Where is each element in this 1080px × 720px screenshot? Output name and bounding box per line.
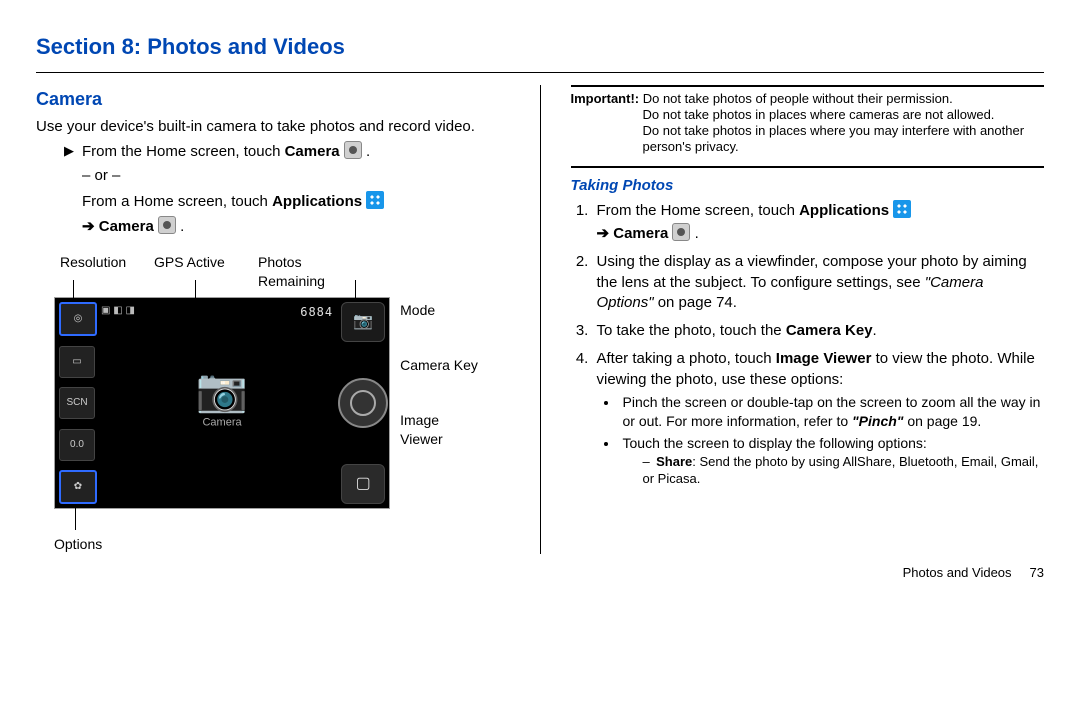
- flash-button[interactable]: ▭: [59, 346, 95, 378]
- resolution-button[interactable]: ◎: [59, 302, 97, 336]
- apps-icon: [366, 191, 384, 209]
- camera-icon: [672, 223, 690, 241]
- bold-applications: Applications: [272, 193, 362, 210]
- right-callouts: Mode Camera Key Image Viewer: [400, 301, 484, 449]
- image-viewer-button[interactable]: ▢: [341, 464, 385, 504]
- camera-glyph-icon: 📷: [196, 370, 248, 412]
- step-3: To take the photo, touch the Camera Key.: [593, 321, 1045, 341]
- bullet-touch-options: Touch the screen to display the followin…: [619, 434, 1045, 488]
- center-label: Camera: [196, 416, 248, 431]
- callout-line: [75, 508, 76, 530]
- label-options: Options: [54, 535, 484, 554]
- camera-diagram: Resolution GPS Active Photos Remaining ▣…: [54, 253, 484, 554]
- camera-intro: Use your device's built-in camera to tak…: [36, 117, 510, 137]
- view-options: Pinch the screen or double-tap on the sc…: [619, 393, 1045, 488]
- arrow-icon: ➔: [597, 225, 614, 242]
- dash-icon: –: [643, 453, 653, 471]
- callout-line: [355, 280, 356, 298]
- right-button-rail: 📷 ▢: [341, 302, 385, 504]
- step-1: From the Home screen, touch Applications…: [593, 200, 1045, 245]
- section-title: Section 8: Photos and Videos: [36, 32, 1044, 62]
- bold-camera-2: Camera: [99, 218, 154, 235]
- left-button-rail: ◎ ▭ SCN 0.0 ✿: [59, 302, 95, 504]
- two-columns: Camera Use your device's built-in camera…: [36, 85, 1044, 554]
- manual-page: Section 8: Photos and Videos Camera Use …: [0, 0, 1080, 597]
- apps-icon: [893, 200, 911, 218]
- step-2: Using the display as a viewfinder, compo…: [593, 252, 1045, 313]
- arrow-icon: ➔: [82, 218, 99, 235]
- important-note: Important!: Do not take photos of people…: [571, 85, 1045, 168]
- label-gps-active: GPS Active: [154, 253, 234, 291]
- camera-icon: [344, 141, 362, 159]
- label-image-viewer: Image Viewer: [400, 411, 484, 449]
- viewfinder-center: 📷 Camera: [196, 370, 248, 431]
- important-body: Do not take photos in places where camer…: [643, 107, 1045, 156]
- status-mini-icons: ▣ ◧ ◨: [101, 304, 135, 318]
- step-home: ▶ From the Home screen, touch Camera . –…: [64, 141, 510, 237]
- label-photos-remaining: Photos Remaining: [258, 253, 368, 291]
- camera-heading: Camera: [36, 87, 510, 111]
- shutter-button[interactable]: [338, 378, 388, 428]
- mode-button[interactable]: 📷: [341, 302, 385, 342]
- or-separator: – or –: [82, 166, 384, 186]
- bullet-pinch: Pinch the screen or double-tap on the sc…: [619, 393, 1045, 431]
- left-column: Camera Use your device's built-in camera…: [36, 85, 510, 554]
- right-column: Important!: Do not take photos of people…: [571, 85, 1045, 554]
- label-mode: Mode: [400, 301, 484, 320]
- settings-button[interactable]: ✿: [59, 470, 97, 504]
- important-lead: Important!:: [571, 91, 640, 106]
- camera-icon: [158, 216, 176, 234]
- column-divider: [540, 85, 541, 554]
- play-bullet-icon: ▶: [64, 141, 74, 161]
- exposure-button[interactable]: 0.0: [59, 429, 95, 461]
- taking-photos-heading: Taking Photos: [571, 176, 1045, 196]
- camera-screen: ▣ ◧ ◨ 6884 ◎ ▭ SCN 0.0 ✿ 📷 Camera: [54, 297, 390, 509]
- step-home-text: From the Home screen, touch Camera . – o…: [82, 141, 384, 237]
- scene-button[interactable]: SCN: [59, 387, 95, 419]
- footer-section: Photos and Videos: [903, 564, 1012, 582]
- callout-line: [195, 280, 196, 298]
- label-resolution: Resolution: [60, 253, 130, 291]
- step-4: After taking a photo, touch Image Viewer…: [593, 349, 1045, 487]
- label-camera-key: Camera Key: [400, 356, 484, 375]
- page-footer: Photos and Videos 73: [36, 564, 1044, 582]
- steps-list: From the Home screen, touch Applications…: [571, 200, 1045, 488]
- photos-remaining-value: 6884: [300, 304, 333, 320]
- title-divider: [36, 72, 1044, 73]
- top-callouts: Resolution GPS Active Photos Remaining: [60, 253, 484, 291]
- suboption-share: – Share: Send the photo by using AllShar…: [643, 453, 1045, 488]
- footer-page-number: 73: [1030, 564, 1044, 582]
- bold-camera: Camera: [285, 143, 340, 160]
- callout-line: [73, 280, 74, 298]
